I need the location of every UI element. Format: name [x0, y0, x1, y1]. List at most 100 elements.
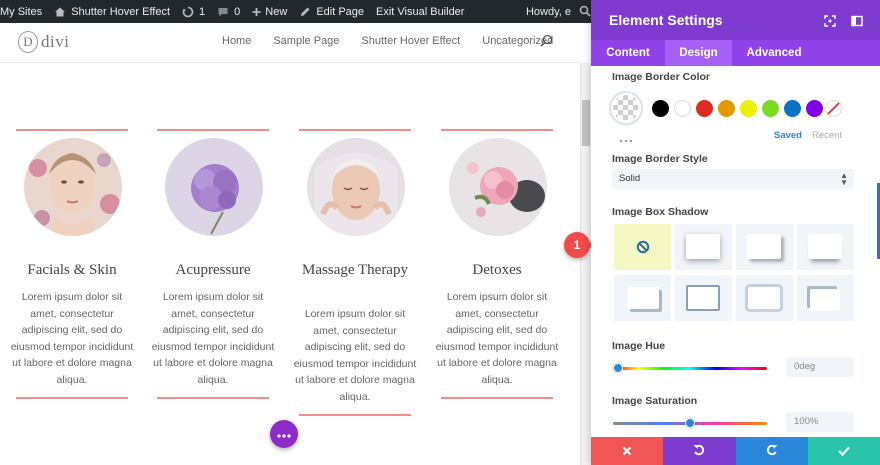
column-body: Lorem ipsum dolor sit amet, consectetur … [10, 291, 134, 386]
hue-input[interactable]: 0deg [786, 357, 854, 377]
ellipsis-icon [277, 425, 291, 443]
saturation-slider-handle[interactable] [685, 418, 695, 428]
redo-button[interactable] [735, 437, 808, 465]
tab-advanced[interactable]: Advanced [732, 40, 816, 66]
redo-icon [766, 444, 778, 459]
current-color-preview[interactable] [611, 93, 641, 123]
shadow-option-4[interactable] [614, 275, 671, 321]
wp-admin-bar: My Sites Shutter Hover Effect 1 0 New Ed… [0, 0, 591, 23]
border-style-select[interactable]: Solid ▲ ▼ [612, 169, 854, 189]
saturation-label: Image Saturation [612, 395, 698, 407]
column-title: Facials & Skin [27, 262, 117, 278]
comment-icon [217, 6, 229, 18]
recent-colors-tab[interactable]: Recent [812, 130, 842, 141]
saturation-input[interactable]: 100% [786, 412, 854, 432]
updates-icon [182, 6, 194, 18]
color-swatch[interactable] [806, 100, 823, 117]
site-name-link[interactable]: Shutter Hover Effect [48, 0, 176, 23]
panel-header: Element Settings [591, 0, 880, 40]
more-colors-icon[interactable] [619, 130, 633, 148]
column-divider-bottom [16, 397, 128, 399]
main-nav: Home Sample Page Shutter Hover Effect Un… [222, 35, 575, 47]
column-divider-bottom [157, 397, 269, 399]
more-options-button[interactable] [270, 420, 298, 448]
acupressure-image [165, 138, 263, 236]
updates-count: 1 [199, 5, 206, 18]
column-divider-top [157, 129, 269, 131]
hue-label: Image Hue [612, 340, 666, 352]
hue-slider-track[interactable] [613, 367, 767, 370]
dock-panel-icon[interactable] [851, 14, 863, 27]
no-color-swatch[interactable] [825, 100, 842, 117]
facials-image [24, 138, 122, 236]
shadow-option-1[interactable] [675, 224, 732, 270]
column-body: Lorem ipsum dolor sit amet, consectetur … [293, 308, 417, 403]
column-divider-bottom [299, 414, 411, 416]
color-swatch[interactable] [784, 100, 801, 117]
my-sites-label: My Sites [0, 5, 43, 18]
hue-slider-handle[interactable] [613, 363, 623, 373]
page-scrollbar[interactable] [580, 63, 591, 465]
tab-content[interactable]: Content [591, 40, 665, 66]
site-header: D divi Home Sample Page Shutter Hover Ef… [0, 23, 580, 63]
column-body: Lorem ipsum dolor sit amet, consectetur … [151, 291, 275, 386]
shadow-option-3[interactable] [797, 224, 854, 270]
no-shadow-icon [636, 240, 650, 259]
fullscreen-icon[interactable] [824, 14, 836, 27]
edit-page-label: Edit Page [316, 5, 365, 18]
my-sites-link[interactable]: My Sites [0, 0, 48, 23]
updates-link[interactable]: 1 [176, 0, 211, 23]
nav-item-sample-page[interactable]: Sample Page [273, 35, 339, 47]
page-scrollbar-thumb[interactable] [582, 100, 590, 146]
shadow-option-5[interactable] [675, 275, 732, 321]
site-logo[interactable]: D divi [18, 31, 69, 53]
column-divider-bottom [441, 397, 553, 399]
exit-builder-label: Exit Visual Builder [376, 5, 465, 18]
column-divider-top [16, 129, 128, 131]
color-swatch[interactable] [696, 100, 713, 117]
select-caret-icon: ▲ ▼ [840, 171, 848, 187]
pencil-icon [299, 6, 311, 18]
edit-page-link[interactable]: Edit Page [293, 0, 370, 23]
nav-item-shutter-hover[interactable]: Shutter Hover Effect [361, 35, 460, 47]
search-icon[interactable] [540, 34, 553, 47]
shadow-option-none[interactable] [614, 224, 671, 270]
close-icon [622, 444, 632, 459]
color-swatch[interactable] [740, 100, 757, 117]
massage-image [307, 138, 405, 236]
box-shadow-label: Image Box Shadow [612, 206, 709, 218]
checkmark-icon [838, 444, 850, 459]
border-style-label: Image Border Style [612, 153, 708, 165]
shadow-option-2[interactable] [736, 224, 793, 270]
site-name-label: Shutter Hover Effect [71, 5, 171, 18]
border-color-label: Image Border Color [612, 71, 711, 83]
new-label: New [265, 5, 288, 18]
color-swatch[interactable] [718, 100, 735, 117]
undo-button[interactable] [663, 437, 736, 465]
color-swatch[interactable] [652, 100, 669, 117]
discard-button[interactable] [591, 437, 664, 465]
shadow-option-7[interactable] [797, 275, 854, 321]
comments-link[interactable]: 0 [211, 0, 246, 23]
exit-builder-link[interactable]: Exit Visual Builder [370, 0, 470, 23]
settings-tabs: Content Design Advanced [591, 40, 880, 66]
panel-title: Element Settings [609, 12, 723, 28]
saved-colors-tab[interactable]: Saved [774, 130, 802, 141]
shadow-option-6[interactable] [736, 275, 793, 321]
howdy-link[interactable]: Howdy, e [520, 0, 577, 23]
column-divider-top [299, 129, 411, 131]
logo-mark: D [18, 31, 38, 53]
border-style-value: Solid [619, 173, 641, 184]
color-swatch[interactable] [762, 100, 779, 117]
logo-text: divi [41, 32, 70, 51]
color-swatch[interactable] [674, 100, 691, 117]
column-divider-top [441, 129, 553, 131]
new-link[interactable]: New [246, 0, 293, 23]
comments-count: 0 [234, 5, 241, 18]
column-body: Lorem ipsum dolor sit amet, consectetur … [435, 291, 559, 386]
tab-design[interactable]: Design [665, 40, 732, 66]
nav-item-home[interactable]: Home [222, 35, 251, 47]
save-button[interactable] [807, 437, 880, 465]
admin-search-icon[interactable] [579, 5, 591, 17]
panel-footer [591, 437, 880, 465]
